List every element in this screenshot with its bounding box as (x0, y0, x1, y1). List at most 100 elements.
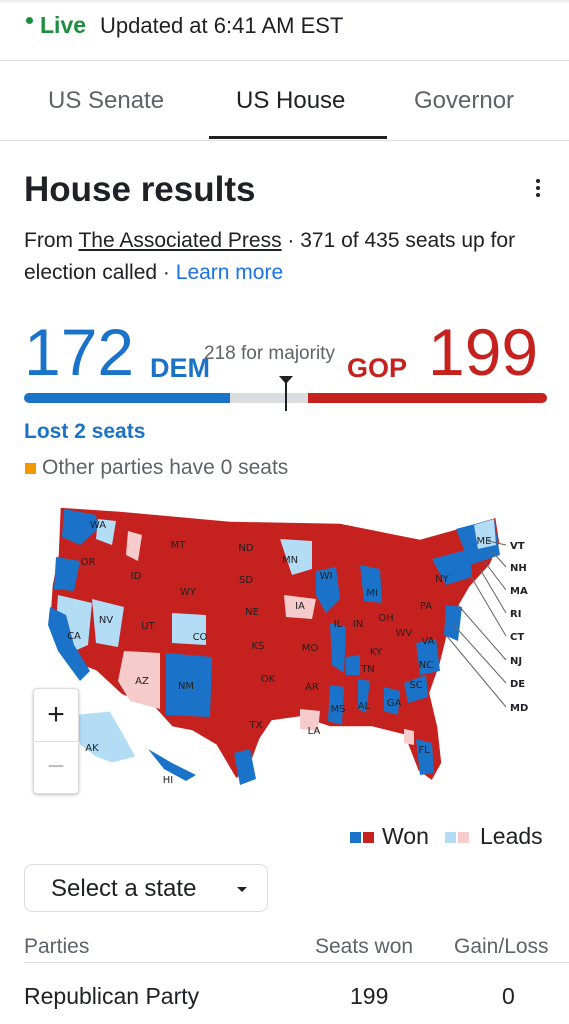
map-label-il: IL (334, 619, 343, 630)
tab-governor[interactable]: Governor (414, 87, 514, 115)
map-label-hi: HI (163, 775, 173, 786)
map-label-tn: TN (360, 664, 375, 675)
map-label-mo: MO (302, 643, 319, 654)
map-label-ms: MS (331, 704, 346, 715)
tab-us-senate[interactable]: US Senate (48, 87, 164, 115)
callout-label-vt: VT (510, 541, 525, 552)
callout-label-ma: MA (510, 586, 528, 597)
table-divider (24, 962, 569, 963)
map-label-wv: WV (396, 628, 413, 639)
map-label-mn: MN (282, 555, 298, 566)
map-label-ks: KS (252, 641, 265, 652)
map-label-nv: NV (99, 615, 113, 626)
map-label-ny: NY (435, 574, 449, 585)
race-tabs: US Senate US House Governor (0, 61, 569, 141)
legend-gop-won-swatch (363, 832, 374, 843)
updated-time: Updated at 6:41 AM EST (100, 13, 344, 38)
map-label-mi: MI (366, 588, 378, 599)
map-label-co: CO (193, 632, 208, 643)
callout-line-nj (457, 604, 507, 661)
legend-won-label: Won (382, 823, 429, 849)
source-note: From The Associated Press · 371 of 435 s… (24, 225, 544, 289)
map-label-al: AL (358, 701, 371, 712)
legend-gop-leads-swatch (458, 832, 469, 843)
callout-label-ri: RI (510, 609, 521, 620)
chevron-down-icon (237, 887, 247, 892)
house-results-map[interactable]: WA OR ID MT ND SD WY MN WI MI NY ME NV C… (0, 495, 569, 805)
map-label-ia: IA (295, 601, 305, 612)
table-header-parties: Parties (24, 935, 90, 958)
source-prefix: From (24, 229, 73, 252)
uncalled-seat-bar (230, 393, 308, 403)
legend-leads-label: Leads (480, 823, 543, 849)
map-label-la: LA (308, 726, 321, 737)
map-label-oh: OH (378, 613, 393, 624)
map-label-ga: GA (387, 698, 402, 709)
dem-seat-count: 172 (24, 315, 135, 389)
callout-line-ma (483, 560, 507, 591)
state-select-label: Select a state (51, 875, 197, 902)
majority-marker-icon (279, 376, 293, 384)
zoom-out-button[interactable]: − (34, 741, 78, 793)
header-shadow (0, 0, 569, 4)
tab-us-house[interactable]: US House (236, 87, 345, 115)
other-parties-text: Other parties have 0 seats (42, 456, 289, 479)
table-header-seats-won: Seats won (315, 935, 414, 958)
map-label-ak: AK (85, 743, 99, 754)
table-row-party: Republican Party (24, 983, 200, 1009)
zoom-in-button[interactable]: + (34, 689, 78, 742)
map-label-nc: NC (419, 660, 433, 671)
map-label-nd: ND (238, 543, 253, 554)
map-label-az: AZ (135, 676, 149, 687)
callout-line-ct (469, 574, 507, 637)
callout-label-nh: NH (510, 563, 527, 574)
map-label-ok: OK (261, 674, 276, 685)
map-label-sc: SC (409, 680, 422, 691)
majority-label: 218 for majority (204, 343, 335, 364)
callout-line-md (445, 634, 507, 708)
map-label-wy: WY (180, 587, 197, 598)
live-label: Live (40, 12, 87, 38)
map-label-ky: KY (370, 647, 383, 658)
map-tn-dem (346, 655, 360, 675)
gop-seat-bar (308, 393, 547, 403)
live-dot-icon (26, 17, 33, 24)
map-label-wa: WA (90, 520, 106, 531)
gop-label: GOP (347, 353, 408, 383)
gop-seat-count: 199 (428, 315, 539, 389)
active-tab-indicator (209, 136, 387, 139)
learn-more-link[interactable]: Learn more (176, 261, 283, 284)
map-label-sd: SD (239, 575, 253, 586)
map-zoom-control: + − (33, 688, 79, 794)
map-label-wi: WI (320, 571, 333, 582)
table-row-gain: 0 (502, 983, 515, 1009)
state-select[interactable]: Select a state (24, 864, 268, 912)
map-fl-lead (404, 729, 414, 745)
map-label-ar: AR (305, 682, 319, 693)
other-parties-swatch (25, 463, 36, 474)
map-label-ut: UT (141, 621, 155, 632)
page-title: House results (24, 170, 256, 209)
callout-line-ri (479, 568, 507, 614)
dem-label: DEM (150, 353, 210, 383)
table-header-gain-loss: Gain/Loss (454, 935, 549, 958)
map-label-in: IN (353, 619, 363, 630)
map-label-mt: MT (171, 540, 187, 551)
callout-label-nj: NJ (510, 656, 522, 667)
map-label-ca: CA (67, 631, 81, 642)
dem-seats-lost: Lost 2 seats (24, 420, 146, 443)
more-options-icon[interactable] (530, 176, 546, 202)
table-row-seats: 199 (350, 983, 389, 1009)
source-link[interactable]: The Associated Press (78, 229, 281, 252)
map-label-ne: NE (245, 607, 259, 618)
map-label-va: VA (421, 636, 434, 647)
map-ak (69, 710, 137, 764)
callout-label-md: MD (510, 703, 528, 714)
status-header: Live Updated at 6:41 AM EST (0, 0, 569, 61)
map-label-id: ID (131, 571, 142, 582)
dem-seat-bar (24, 393, 230, 403)
callout-label-ct: CT (510, 632, 524, 643)
map-label-tx: TX (249, 720, 263, 731)
legend-dem-leads-swatch (445, 832, 456, 843)
legend-dem-won-swatch (350, 832, 361, 843)
